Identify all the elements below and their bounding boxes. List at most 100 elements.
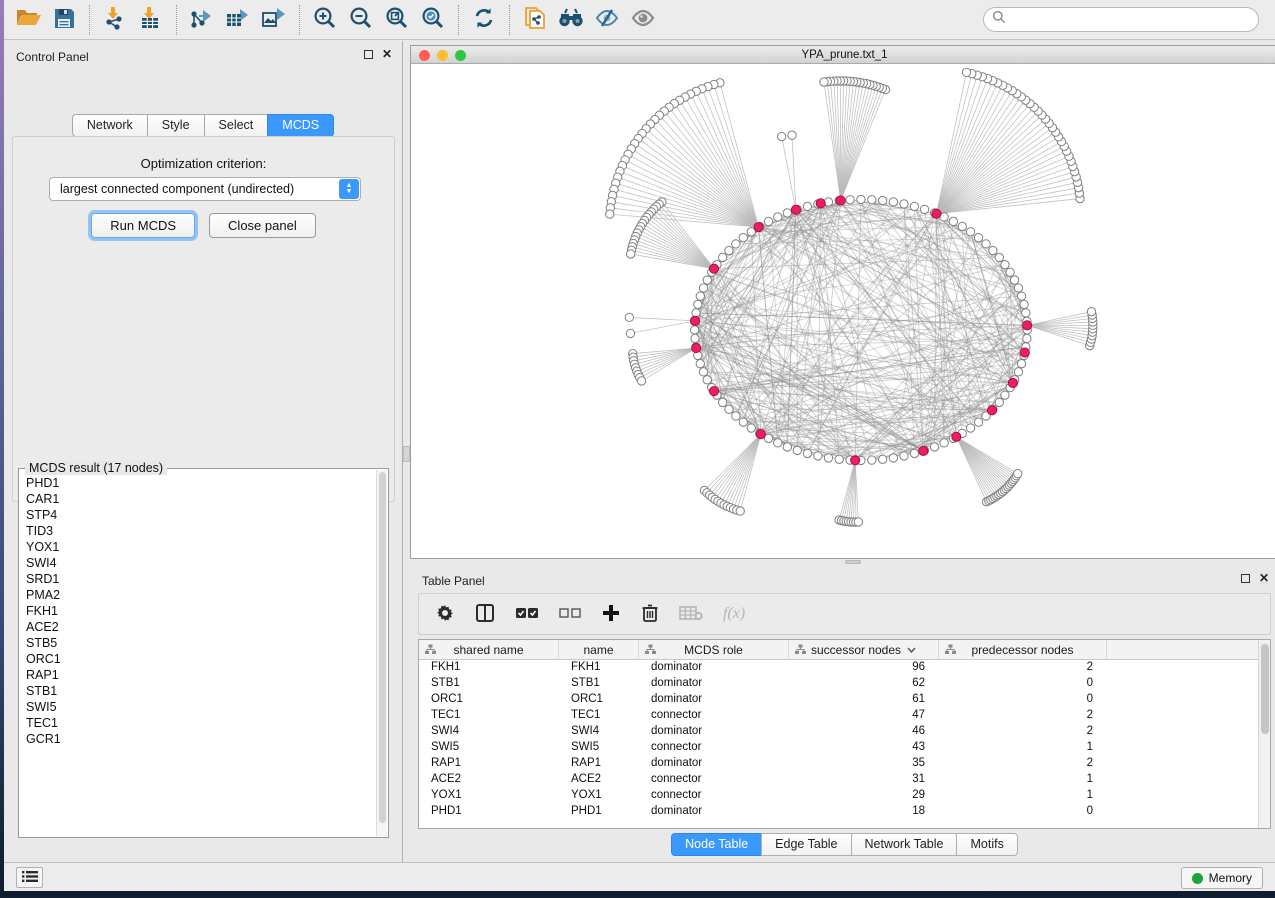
criterion-dropdown[interactable]: largest connected component (undirected)… <box>49 177 361 201</box>
column-header-name[interactable]: name <box>559 640 639 660</box>
table-row[interactable]: TEC1TEC1connector472 <box>419 709 1258 725</box>
export-image-button[interactable] <box>256 3 292 37</box>
delete-table-icon <box>679 605 703 624</box>
mcds-result-item[interactable]: PHD1 <box>26 475 375 491</box>
mcds-result-item[interactable]: SWI4 <box>26 555 375 571</box>
table-row[interactable]: PHD1PHD1dominator180 <box>419 805 1258 821</box>
import-network-button[interactable] <box>97 3 133 37</box>
open-file-button[interactable] <box>10 3 46 37</box>
toolbar-separator <box>458 5 459 35</box>
network-titlebar[interactable]: YPA_prune.txt_1 <box>411 46 1275 64</box>
select-all-button[interactable] <box>515 606 539 623</box>
main-toolbar <box>4 0 1275 40</box>
table-settings-button[interactable] <box>435 603 455 626</box>
delete-column-button[interactable] <box>641 603 659 626</box>
import-table-button[interactable] <box>133 3 169 37</box>
table-tabs: Node Table Edge Table Network Table Moti… <box>410 833 1275 856</box>
column-header-successor-nodes[interactable]: successor nodes <box>789 640 939 660</box>
float-window-icon[interactable] <box>364 50 373 59</box>
mcds-result-item[interactable]: STB5 <box>26 635 375 651</box>
memory-button[interactable]: Memory <box>1181 867 1263 889</box>
eye-icon <box>630 7 656 32</box>
table-row[interactable]: ACE2ACE2connector311 <box>419 773 1258 789</box>
tab-motifs[interactable]: Motifs <box>956 833 1017 856</box>
mcds-result-item[interactable]: SRD1 <box>26 571 375 587</box>
delete-table-button[interactable] <box>679 605 703 624</box>
export-network-button[interactable] <box>184 3 220 37</box>
mcds-result-item[interactable]: YOX1 <box>26 539 375 555</box>
deselect-all-button[interactable] <box>559 607 581 622</box>
close-traffic-icon[interactable] <box>419 50 430 61</box>
zoom-fit-button[interactable] <box>379 3 415 37</box>
maximize-traffic-icon[interactable] <box>455 50 466 61</box>
close-icon[interactable]: ✕ <box>382 50 392 59</box>
mcds-result-scrollbar[interactable] <box>376 470 387 836</box>
column-header-predecessor-nodes[interactable]: predecessor nodes <box>939 640 1107 660</box>
table-row[interactable]: ORC1ORC1dominator610 <box>419 693 1258 709</box>
table-row[interactable]: RAP1RAP1dominator352 <box>419 757 1258 773</box>
vertical-splitter[interactable] <box>403 41 410 862</box>
mcds-result-item[interactable]: FKH1 <box>26 603 375 619</box>
function-builder-button[interactable]: f(x) <box>723 605 745 623</box>
close-panel-button[interactable]: Close panel <box>209 213 316 238</box>
mcds-result-item[interactable]: STB1 <box>26 683 375 699</box>
table-row[interactable]: YOX1YOX1connector291 <box>419 789 1258 805</box>
minimize-traffic-icon[interactable] <box>437 50 448 61</box>
table-scrollbar[interactable] <box>1258 640 1270 828</box>
tab-node-table[interactable]: Node Table <box>671 833 761 856</box>
show-panels-button[interactable] <box>625 3 661 37</box>
mcds-result-item[interactable]: RAP1 <box>26 667 375 683</box>
mcds-result-item[interactable]: SWI5 <box>26 699 375 715</box>
export-table-button[interactable] <box>220 3 256 37</box>
table-cell: dominator <box>639 757 789 773</box>
zoom-out-button[interactable] <box>343 3 379 37</box>
mcds-result-item[interactable]: CAR1 <box>26 491 375 507</box>
table-cell: 35 <box>789 757 939 773</box>
network-canvas[interactable] <box>411 65 1275 558</box>
mcds-result-item[interactable]: ORC1 <box>26 651 375 667</box>
run-mcds-button[interactable]: Run MCDS <box>91 213 195 238</box>
zoom-selected-button[interactable] <box>415 3 451 37</box>
mcds-result-item[interactable]: TEC1 <box>26 715 375 731</box>
mcds-result-item[interactable]: STP4 <box>26 507 375 523</box>
memory-label: Memory <box>1209 871 1252 885</box>
mcds-result-item[interactable]: GCR1 <box>26 731 375 747</box>
search-network-button[interactable] <box>553 3 589 37</box>
refresh-view-button[interactable] <box>466 3 502 37</box>
search-box[interactable] <box>983 7 1259 32</box>
column-header-shared-name[interactable]: shared name <box>419 640 559 660</box>
hide-panels-button[interactable] <box>589 3 625 37</box>
table-cell: 1 <box>939 773 1107 789</box>
network-view-window: YPA_prune.txt_1 <box>410 45 1275 559</box>
save-session-button[interactable] <box>46 3 82 37</box>
close-icon[interactable]: ✕ <box>1259 574 1269 583</box>
mcds-result-item[interactable]: PMA2 <box>26 587 375 603</box>
tab-network[interactable]: Network <box>72 114 147 137</box>
duplicate-network-button[interactable] <box>517 3 553 37</box>
table-row[interactable]: SWI5SWI5connector431 <box>419 741 1258 757</box>
tab-style[interactable]: Style <box>147 114 204 137</box>
table-row[interactable]: SWI4SWI4dominator462 <box>419 725 1258 741</box>
choose-columns-button[interactable] <box>475 603 495 626</box>
table-row[interactable]: FKH1FKH1dominator962 <box>419 661 1258 677</box>
tab-mcds[interactable]: MCDS <box>267 114 334 137</box>
task-history-button[interactable] <box>16 867 43 888</box>
mcds-result-item[interactable]: ACE2 <box>26 619 375 635</box>
add-column-button[interactable] <box>601 603 621 626</box>
table-cell: YOX1 <box>559 789 639 805</box>
tab-select[interactable]: Select <box>204 114 268 137</box>
table-cell: 96 <box>789 661 939 677</box>
table-cell: TEC1 <box>419 709 559 725</box>
table-cell: SWI4 <box>419 725 559 741</box>
mcds-result-item[interactable]: TID3 <box>26 523 375 539</box>
toolbar-separator <box>89 5 90 35</box>
tab-network-table[interactable]: Network Table <box>851 833 957 856</box>
table-row[interactable]: STB1STB1dominator620 <box>419 677 1258 693</box>
tab-edge-table[interactable]: Edge Table <box>761 833 850 856</box>
node-table: shared namenameMCDS rolesuccessor nodesp… <box>418 639 1271 829</box>
column-header-MCDS-role[interactable]: MCDS role <box>639 640 789 660</box>
zoom-in-button[interactable] <box>307 3 343 37</box>
search-input[interactable] <box>1011 13 1258 27</box>
float-window-icon[interactable] <box>1241 574 1250 583</box>
mcds-panel: Optimization criterion: largest connecte… <box>12 136 395 502</box>
